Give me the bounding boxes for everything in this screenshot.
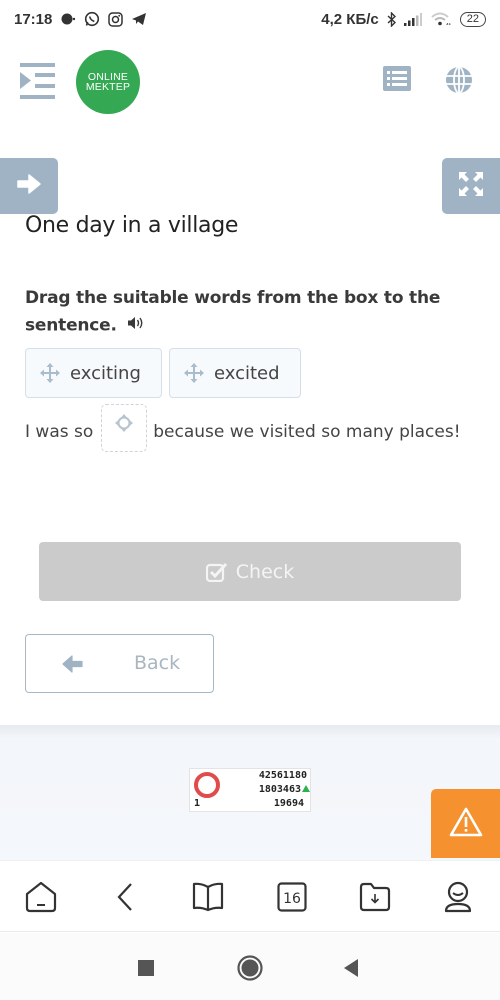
- downloads-folder-icon[interactable]: [357, 879, 393, 915]
- check-button[interactable]: Check: [39, 542, 461, 601]
- counter-visitors: 19694: [273, 798, 304, 809]
- chat-bubble-icon: [60, 12, 76, 26]
- counter-logo-ring: [194, 772, 220, 798]
- warning-icon: [449, 807, 483, 841]
- visitor-counter-widget[interactable]: 1 42561180 1803463 19694: [189, 768, 311, 812]
- counter-total: 42561180: [258, 770, 307, 781]
- instruction-text: Drag the suitable words from the box to …: [25, 288, 441, 336]
- counter-online: 1: [194, 798, 201, 809]
- tabs-button[interactable]: 16: [274, 879, 310, 915]
- report-problem-button[interactable]: [431, 789, 500, 858]
- instagram-icon: [108, 11, 124, 27]
- counter-today-row: 1803463: [259, 784, 310, 795]
- app-header: ONLINE MEKTEP: [0, 38, 500, 128]
- fullscreen-button[interactable]: [442, 158, 500, 214]
- word-label: exciting: [70, 362, 141, 384]
- target-icon: [114, 408, 134, 448]
- globe-icon[interactable]: [445, 66, 475, 96]
- back-triangle-icon[interactable]: [336, 953, 366, 983]
- whatsapp-icon: [84, 11, 100, 27]
- counter-today: 1803463: [258, 784, 301, 795]
- sentence: I was so because we visited so many plac…: [25, 404, 475, 456]
- next-page-button[interactable]: [0, 158, 58, 214]
- bluetooth-icon: [387, 11, 396, 27]
- arrow-left-icon: [62, 655, 84, 678]
- fullscreen-icon: [458, 171, 484, 201]
- tab-count: 16: [283, 891, 301, 907]
- lesson-title: One day in a village: [25, 213, 239, 238]
- back-chevron-icon[interactable]: [107, 879, 143, 915]
- draggable-word[interactable]: excited: [169, 348, 301, 398]
- check-label: Check: [235, 560, 295, 583]
- telegram-icon: [131, 12, 147, 26]
- clock: 17:18: [14, 10, 53, 28]
- svg-text:⁴⁶: ⁴⁶: [446, 22, 451, 26]
- checkbox-checked-icon: [205, 562, 228, 582]
- home-icon[interactable]: [23, 879, 59, 915]
- back-button[interactable]: Back: [25, 634, 214, 693]
- wifi-icon: ⁴⁶: [430, 12, 452, 26]
- move-icon: [184, 363, 204, 383]
- bookmarks-book-icon[interactable]: [190, 879, 226, 915]
- sentence-before-gap: I was so: [25, 422, 94, 442]
- back-label: Back: [134, 652, 181, 674]
- word-bank: exciting excited: [25, 348, 301, 398]
- battery-indicator: 22: [459, 11, 486, 27]
- recents-square-icon[interactable]: [131, 953, 161, 983]
- drop-zone[interactable]: [101, 404, 148, 452]
- move-icon: [40, 363, 60, 383]
- draggable-word[interactable]: exciting: [25, 348, 162, 398]
- signal-icon: [403, 12, 422, 26]
- contents-list-icon[interactable]: [383, 66, 413, 96]
- status-bar: 17:18 4,2 КБ/с ⁴⁶ 22: [0, 0, 500, 38]
- logo-line-2: MEKTEP: [85, 81, 131, 93]
- sentence-after-gap: because we visited so many places!: [153, 422, 461, 442]
- task-instruction: Drag the suitable words from the box to …: [25, 285, 475, 340]
- profile-icon[interactable]: [440, 879, 476, 915]
- menu-toggle-icon[interactable]: [20, 63, 57, 99]
- trend-up-icon: [302, 785, 310, 792]
- home-circle-icon[interactable]: [235, 953, 265, 983]
- speaker-icon[interactable]: [127, 312, 145, 339]
- word-label: excited: [214, 362, 280, 384]
- browser-toolbar: 16: [0, 860, 500, 932]
- android-navigation-bar: [0, 933, 500, 1000]
- arrow-right-icon: [16, 173, 42, 199]
- online-mektep-logo[interactable]: ONLINE MEKTEP: [76, 50, 140, 114]
- network-speed: 4,2 КБ/с: [321, 10, 379, 28]
